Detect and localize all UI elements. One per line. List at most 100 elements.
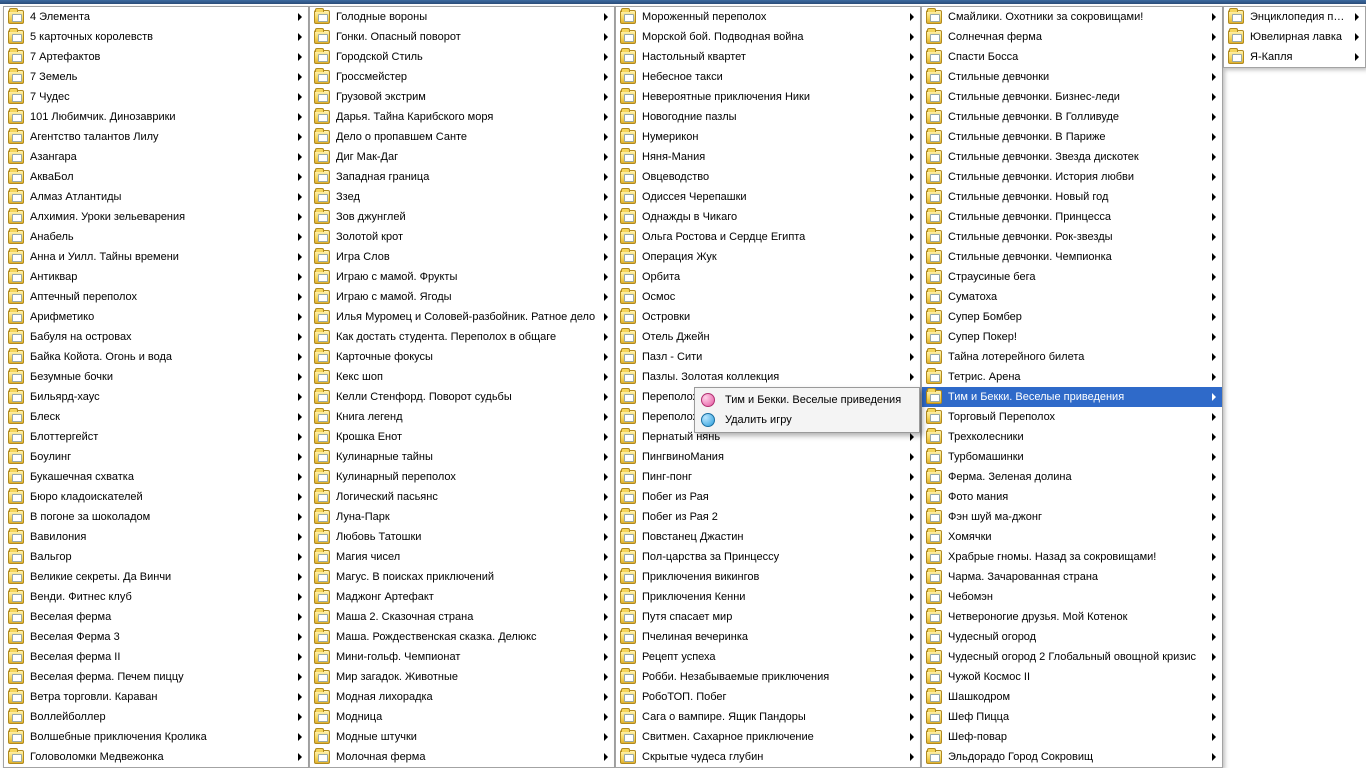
menu-item[interactable]: Ветра торговли. Караван xyxy=(4,687,308,707)
menu-item[interactable]: Волшебные приключения Кролика xyxy=(4,727,308,747)
menu-item[interactable]: Суматоха xyxy=(922,287,1222,307)
menu-item[interactable]: Мир загадок. Животные xyxy=(310,667,614,687)
menu-item[interactable]: Городской Стиль xyxy=(310,47,614,67)
menu-item[interactable]: Голодные вороны xyxy=(310,7,614,27)
menu-item[interactable]: Играю с мамой. Фрукты xyxy=(310,267,614,287)
menu-item[interactable]: Новогодние пазлы xyxy=(616,107,920,127)
menu-item[interactable]: Одиссея Черепашки xyxy=(616,187,920,207)
menu-item[interactable]: Дело о пропавшем Санте xyxy=(310,127,614,147)
menu-column-5[interactable]: Энциклопедия пасьянсовЮвелирная лавкаЯ-К… xyxy=(1223,6,1366,68)
menu-item[interactable]: Байка Койота. Огонь и вода xyxy=(4,347,308,367)
menu-item[interactable]: Молочная ферма xyxy=(310,747,614,767)
menu-item[interactable]: Модные штучки xyxy=(310,727,614,747)
menu-item[interactable]: 7 Артефактов xyxy=(4,47,308,67)
menu-item[interactable]: Орбита xyxy=(616,267,920,287)
menu-item[interactable]: Воллейболлер xyxy=(4,707,308,727)
menu-item[interactable]: Как достать студента. Переполох в общаге xyxy=(310,327,614,347)
menu-item[interactable]: Спасти Босса xyxy=(922,47,1222,67)
menu-item[interactable]: Небесное такси xyxy=(616,67,920,87)
menu-item[interactable]: Маша 2. Сказочная страна xyxy=(310,607,614,627)
menu-item[interactable]: Трехколесники xyxy=(922,427,1222,447)
menu-item[interactable]: Пинг-понг xyxy=(616,467,920,487)
menu-item[interactable]: Осмос xyxy=(616,287,920,307)
menu-item[interactable]: Островки xyxy=(616,307,920,327)
menu-item[interactable]: Шашкодром xyxy=(922,687,1222,707)
menu-item[interactable]: Кулинарный переполох xyxy=(310,467,614,487)
menu-item[interactable]: Букашечная схватка xyxy=(4,467,308,487)
menu-item[interactable]: Веселая ферма xyxy=(4,607,308,627)
menu-item[interactable]: Тайна лотерейного билета xyxy=(922,347,1222,367)
menu-item[interactable]: Супер Покер! xyxy=(922,327,1222,347)
menu-item[interactable]: Логический пасьянс xyxy=(310,487,614,507)
menu-item[interactable]: Ззед xyxy=(310,187,614,207)
menu-item[interactable]: Кекс шоп xyxy=(310,367,614,387)
menu-item[interactable]: Илья Муромец и Соловей-разбойник. Ратное… xyxy=(310,307,614,327)
menu-item[interactable]: Шеф Пицца xyxy=(922,707,1222,727)
menu-item[interactable]: 101 Любимчик. Динозаврики xyxy=(4,107,308,127)
menu-item[interactable]: Пазлы. Золотая коллекция xyxy=(616,367,920,387)
menu-item[interactable]: Операция Жук xyxy=(616,247,920,267)
menu-item[interactable]: Я-Капля xyxy=(1224,47,1365,67)
menu-column-4[interactable]: Смайлики. Охотники за сокровищами!Солнеч… xyxy=(921,6,1223,768)
menu-item[interactable]: Луна-Парк xyxy=(310,507,614,527)
menu-item[interactable]: Чудесный огород 2 Глобальный овощной кри… xyxy=(922,647,1222,667)
menu-item[interactable]: 7 Земель xyxy=(4,67,308,87)
menu-item[interactable]: Пчелиная вечеринка xyxy=(616,627,920,647)
menu-item[interactable]: Блоттергейст xyxy=(4,427,308,447)
menu-item[interactable]: Тим и Бекки. Веселые приведения xyxy=(922,387,1222,407)
menu-item[interactable]: Настольный квартет xyxy=(616,47,920,67)
menu-item[interactable]: Антиквар xyxy=(4,267,308,287)
menu-item[interactable]: Азангара xyxy=(4,147,308,167)
menu-item[interactable]: Ольга Ростова и Сердце Египта xyxy=(616,227,920,247)
menu-item[interactable]: Мороженный переполох xyxy=(616,7,920,27)
menu-item[interactable]: Магия чисел xyxy=(310,547,614,567)
menu-item[interactable]: Стильные девчонки. Звезда дискотек xyxy=(922,147,1222,167)
menu-column-1[interactable]: 4 Элемента5 карточных королевств7 Артефа… xyxy=(3,6,309,768)
menu-item[interactable]: В погоне за шоколадом xyxy=(4,507,308,527)
menu-item[interactable]: Тетрис. Арена xyxy=(922,367,1222,387)
menu-item[interactable]: Книга легенд xyxy=(310,407,614,427)
menu-item[interactable]: Гроссмейстер xyxy=(310,67,614,87)
menu-item[interactable]: Крошка Енот xyxy=(310,427,614,447)
menu-item[interactable]: Арифметико xyxy=(4,307,308,327)
menu-item[interactable]: Магус. В поисках приключений xyxy=(310,567,614,587)
menu-item[interactable]: Вавилония xyxy=(4,527,308,547)
menu-item[interactable]: Головоломки Медвежонка xyxy=(4,747,308,767)
menu-item[interactable]: РобоТОП. Побег xyxy=(616,687,920,707)
menu-item[interactable]: Вальгор xyxy=(4,547,308,567)
menu-item[interactable]: Стильные девчонки. История любви xyxy=(922,167,1222,187)
menu-item[interactable]: Боулинг xyxy=(4,447,308,467)
menu-item[interactable]: Пол-царства за Принцессу xyxy=(616,547,920,567)
menu-item[interactable]: 5 карточных королевств xyxy=(4,27,308,47)
context-item[interactable]: Удалить игру xyxy=(697,410,917,430)
menu-item[interactable]: Западная граница xyxy=(310,167,614,187)
menu-item[interactable]: Стильные девчонки. Рок-звезды xyxy=(922,227,1222,247)
menu-item[interactable]: Чудесный огород xyxy=(922,627,1222,647)
menu-item[interactable]: Свитмен. Сахарное приключение xyxy=(616,727,920,747)
menu-item[interactable]: Веселая ферма II xyxy=(4,647,308,667)
menu-item[interactable]: 4 Элемента xyxy=(4,7,308,27)
menu-item[interactable]: Пазл - Сити xyxy=(616,347,920,367)
menu-item[interactable]: Агентство талантов Лилу xyxy=(4,127,308,147)
menu-item[interactable]: Эльдорадо Город Сокровищ xyxy=(922,747,1222,767)
menu-item[interactable]: Робби. Незабываемые приключения xyxy=(616,667,920,687)
menu-item[interactable]: Чарма. Зачарованная страна xyxy=(922,567,1222,587)
menu-item[interactable]: Стильные девчонки. Чемпионка xyxy=(922,247,1222,267)
menu-item[interactable]: Грузовой экстрим xyxy=(310,87,614,107)
menu-item[interactable]: Чужой Космос II xyxy=(922,667,1222,687)
menu-item[interactable]: Энциклопедия пасьянсов xyxy=(1224,7,1365,27)
menu-item[interactable]: Стильные девчонки xyxy=(922,67,1222,87)
menu-item[interactable]: Путя спасает мир xyxy=(616,607,920,627)
menu-item[interactable]: Фэн шуй ма-джонг xyxy=(922,507,1222,527)
menu-column-2[interactable]: Голодные вороныГонки. Опасный поворотГор… xyxy=(309,6,615,768)
menu-item[interactable]: 7 Чудес xyxy=(4,87,308,107)
menu-item[interactable]: ПингвиноМания xyxy=(616,447,920,467)
menu-item[interactable]: Стильные девчонки. Бизнес-леди xyxy=(922,87,1222,107)
menu-item[interactable]: Фото мания xyxy=(922,487,1222,507)
menu-item[interactable]: Няня-Мания xyxy=(616,147,920,167)
menu-item[interactable]: Стильные девчонки. Принцесса xyxy=(922,207,1222,227)
menu-item[interactable]: Скрытые чудеса глубин xyxy=(616,747,920,767)
menu-item[interactable]: Маджонг Артефакт xyxy=(310,587,614,607)
menu-item[interactable]: Бильярд-хаус xyxy=(4,387,308,407)
menu-item[interactable]: Приключения Кенни xyxy=(616,587,920,607)
